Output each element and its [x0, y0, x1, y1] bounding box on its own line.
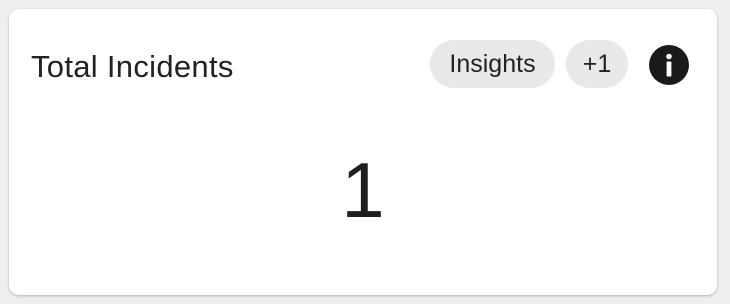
incident-count-value: 1 [341, 146, 385, 234]
total-incidents-card: Total Incidents Insights +1 1 [9, 9, 717, 295]
card-title: Total Incidents [31, 49, 234, 84]
more-tags-chip[interactable]: +1 [566, 40, 628, 88]
insights-chip[interactable]: Insights [430, 40, 555, 88]
info-button[interactable] [649, 45, 689, 85]
info-icon [649, 45, 689, 85]
